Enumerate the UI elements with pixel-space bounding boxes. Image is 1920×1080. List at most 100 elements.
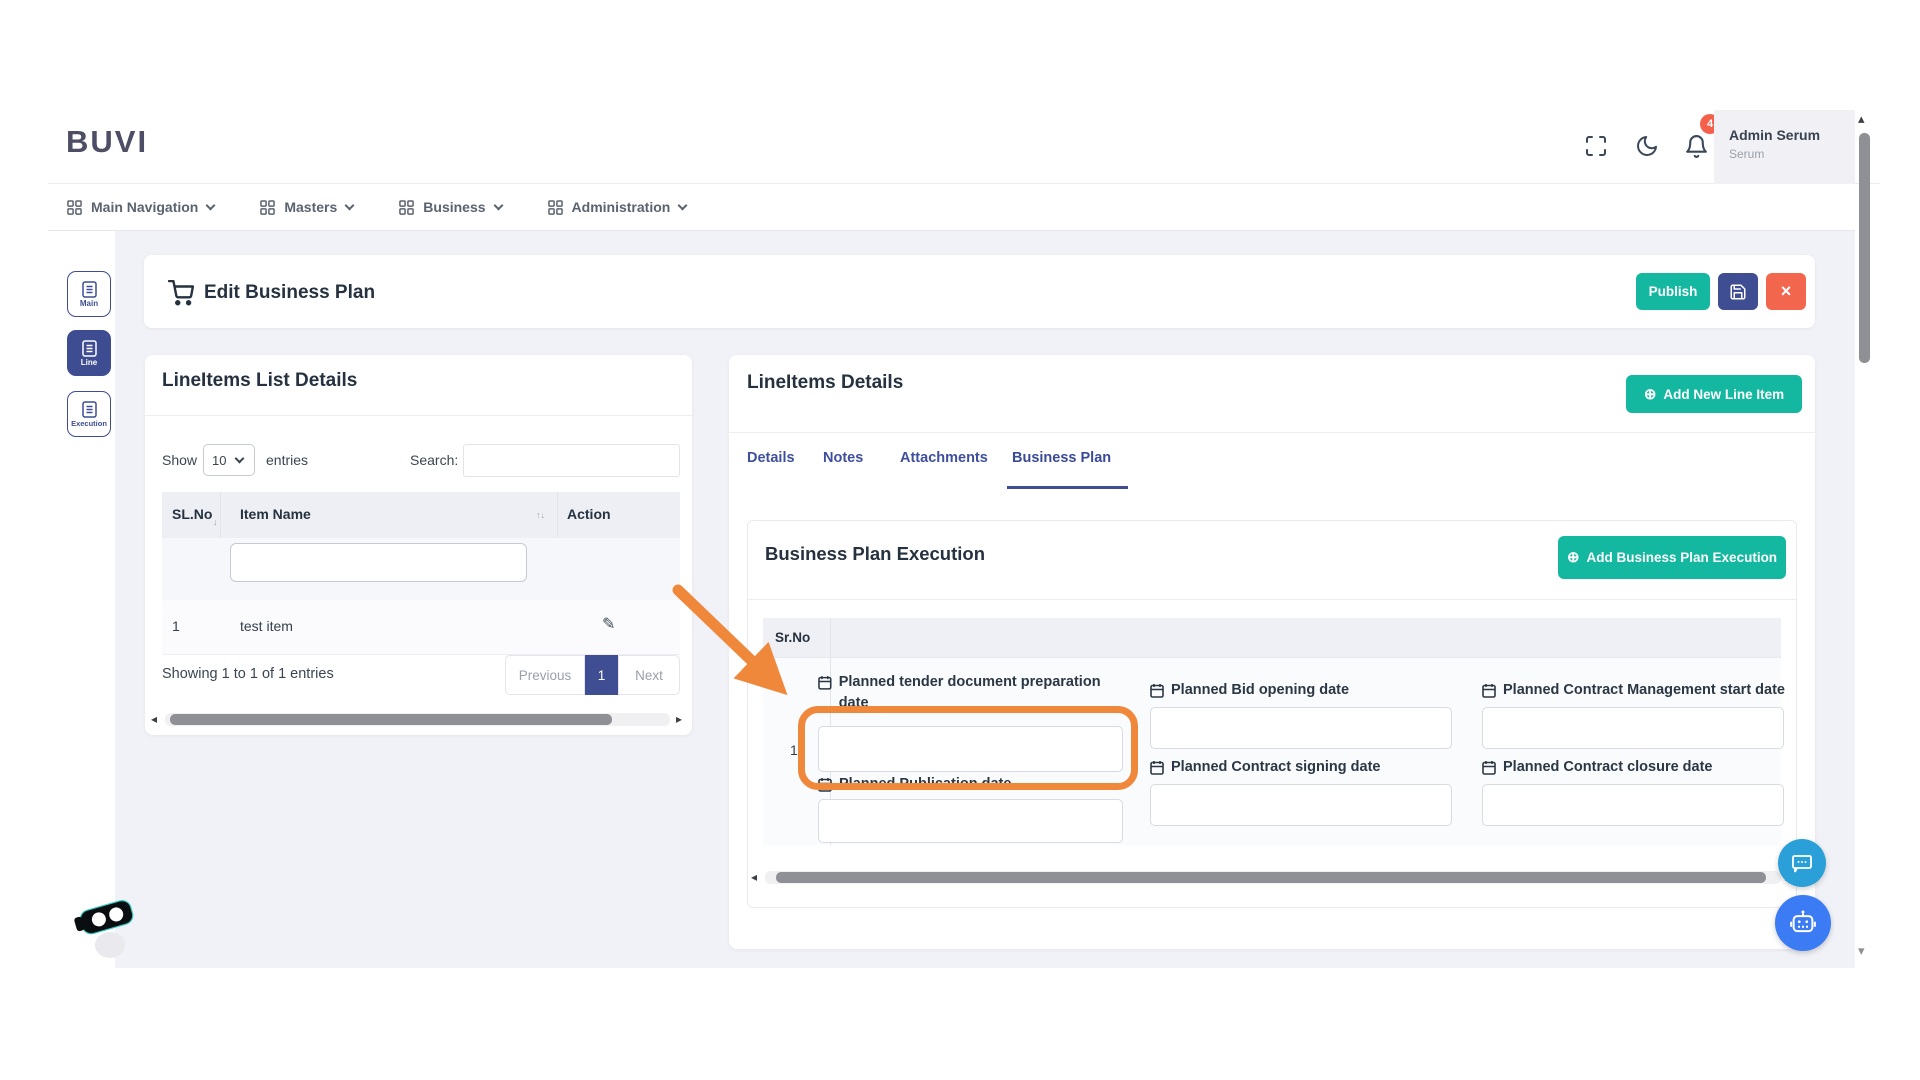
calendar-icon [1150,684,1164,698]
field-label-contract-signing: Planned Contract signing date [1150,757,1460,778]
assistant-fab[interactable] [1775,895,1831,951]
nav-label: Administration [571,199,671,215]
search-input[interactable] [463,444,680,477]
bell-icon [1685,134,1707,158]
plus-circle-icon: ⊕ [1643,385,1657,403]
calendar-icon [818,778,832,792]
nav-label: Masters [284,199,338,215]
sidebar-item-label: Main [79,298,99,308]
entries-label: entries [266,452,309,468]
pagination-page-1[interactable]: 1 [585,655,618,695]
sort-icon: ↑↓ [536,510,545,520]
sort-icon: ↓ [213,517,218,527]
chatbot-avatar[interactable] [72,893,142,958]
divider [729,432,1815,433]
chevron-down-icon [205,200,216,211]
scroll-right-arrow[interactable]: ▸ [676,713,682,725]
scroll-up-arrow[interactable]: ▴ [1858,112,1865,125]
publish-button[interactable]: Publish [1636,273,1710,310]
save-icon [1730,284,1746,299]
nav-item-business[interactable]: Business [399,199,503,215]
chevron-down-icon [235,453,245,464]
lineitems-list-title: LineItems List Details [162,370,358,391]
calendar-icon [1482,684,1496,698]
page-size-select[interactable]: 10 [203,444,255,476]
pagination-next[interactable]: Next [618,655,680,695]
chat-icon [1792,855,1812,873]
user-menu[interactable]: Admin Serum Serum [1714,110,1855,184]
edit-business-plan-card [144,255,1815,328]
nav-label: Main Navigation [91,199,199,215]
contract-closure-date-input[interactable] [1482,784,1784,826]
bid-opening-date-input[interactable] [1150,707,1452,749]
cell-slno: 1 [172,618,180,634]
save-button[interactable] [1718,273,1758,310]
page-size-value: 10 [212,452,227,468]
sidebar-item-line[interactable]: Line [67,330,111,376]
chevron-down-icon [493,200,503,211]
tender-preparation-date-input[interactable] [818,726,1123,772]
chevron-down-icon [677,200,688,211]
column-header-action[interactable]: Action [567,506,611,522]
close-button[interactable]: × [1766,273,1806,310]
dark-mode-button[interactable] [1632,131,1662,161]
sidebar-item-execution[interactable]: Execution [67,391,111,437]
scroll-down-arrow[interactable]: ▾ [1858,944,1865,957]
lineitems-details-title: LineItems Details [747,372,904,393]
grid-icon [260,199,276,215]
contract-mgmt-start-date-input[interactable] [1482,707,1784,749]
calendar-icon [1150,761,1164,775]
column-header-itemname[interactable]: Item Name [240,506,311,522]
field-label-contract-closure: Planned Contract closure date [1482,757,1792,778]
tab-notes[interactable]: Notes [823,450,863,466]
active-tab-indicator [1007,486,1128,489]
app-root: BUVI 4 Admin Serum Serum Main Navigation [0,0,1920,1080]
add-new-line-item-label: Add New Line Item [1663,386,1785,402]
plus-circle-icon: ⊕ [1566,549,1580,566]
close-icon: × [1780,281,1792,301]
nav-label: Business [423,199,486,215]
notifications-button[interactable] [1681,131,1711,161]
execution-table-header [763,618,1781,658]
table-summary: Showing 1 to 1 of 1 entries [162,666,334,682]
horizontal-scrollbar-thumb[interactable] [170,714,612,725]
robot-goggles-icon [74,900,134,958]
document-icon [81,400,97,418]
search-label: Search: [410,452,459,468]
brand-logo: BUVI [66,124,149,159]
pagination-previous[interactable]: Previous [505,655,585,695]
calendar-icon [818,676,832,690]
show-label: Show [162,452,198,468]
horizontal-scrollbar-thumb[interactable] [776,872,1766,883]
grid-icon [547,199,563,215]
column-header-srno: Sr.No [775,630,811,645]
scroll-left-arrow[interactable]: ◂ [751,871,757,883]
sidebar-item-main[interactable]: Main [67,271,111,317]
nav-item-main-navigation[interactable]: Main Navigation [67,199,216,215]
field-label-bid-opening: Planned Bid opening date [1150,680,1460,701]
fullscreen-button[interactable] [1581,131,1611,161]
tab-business-plan[interactable]: Business Plan [1012,450,1111,466]
add-new-line-item-button[interactable]: ⊕ Add New Line Item [1626,375,1802,413]
add-business-plan-execution-button[interactable]: ⊕ Add Business Plan Execution [1558,536,1786,579]
cell-itemname: test item [240,618,293,634]
divider [748,599,1796,600]
tab-attachments[interactable]: Attachments [900,450,988,466]
column-header-slno[interactable]: SL.No [172,506,212,522]
scroll-left-arrow[interactable]: ◂ [151,713,157,725]
vertical-scrollbar-thumb[interactable] [1859,133,1870,363]
chat-fab[interactable] [1778,839,1826,887]
nav-item-masters[interactable]: Masters [260,199,355,215]
tab-details[interactable]: Details [747,450,795,466]
user-name: Admin Serum [1729,127,1821,143]
document-icon [81,339,97,357]
business-plan-execution-title: Business Plan Execution [765,543,986,564]
nav-item-administration[interactable]: Administration [547,199,688,215]
edit-row-button[interactable]: ✎ [602,614,615,634]
contract-signing-date-input[interactable] [1150,784,1452,826]
itemname-filter-input[interactable] [230,543,527,582]
field-label-tender-preparation: Planned tender document preparation date [818,672,1128,714]
fullscreen-icon [1586,136,1606,156]
publication-date-input[interactable] [818,799,1123,843]
main-navbar: Main Navigation Masters Business Adminis… [48,184,1855,231]
